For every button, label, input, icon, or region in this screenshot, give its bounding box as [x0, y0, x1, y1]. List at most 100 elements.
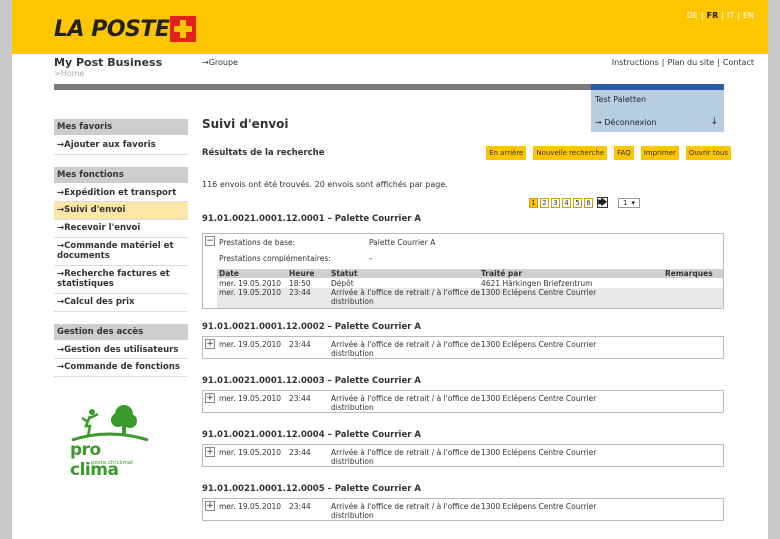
la-poste-logo[interactable]: LA POSTE — [54, 12, 197, 46]
sidebar-item-user-management[interactable]: →Gestion des utilisateurs — [54, 342, 188, 360]
shipment-card: + mer. 19.05.2010 23:44 Arrivée à l'office … — [202, 336, 724, 359]
sidebar-item-function[interactable]: →Calcul des prix — [54, 294, 188, 312]
history-row: mer. 19.05.2010 18:50 Dépôt 4621 Härkingen … — [217, 279, 723, 288]
history-date: mer. 19.05.2010 — [219, 288, 282, 297]
column-header: Remarques — [665, 269, 713, 278]
sidebar-item-function[interactable]: →Recherche factures et statistiques — [54, 266, 188, 294]
language-it[interactable]: IT — [727, 11, 734, 20]
print-button[interactable]: Imprimer — [640, 146, 679, 160]
pro-clima-logo[interactable]: pro clima poste.ch/climat — [64, 400, 154, 480]
history-by: 1300 Eclépens Centre Courrier — [481, 502, 597, 511]
shipment-card: + mer. 19.05.2010 23:44 Arrivée à l'office … — [202, 498, 724, 521]
app-name: My Post Business — [54, 56, 163, 69]
expand-toggle[interactable]: + — [205, 339, 215, 349]
sidebar-item-function[interactable]: →Commande matériel et documents — [54, 238, 188, 266]
sidebar-item-function[interactable]: →Recevoir l'envoi — [54, 220, 188, 238]
page-number[interactable]: 5 — [573, 197, 582, 208]
language-switcher: DE | FR | IT | EN — [687, 11, 754, 20]
pagination: 1 2 3 4 5 6 🡆 1 ▾ — [529, 197, 640, 208]
functions-list: →Expédition et transport →Suivi d'envoi →R… — [54, 185, 188, 312]
arrow-down-icon[interactable]: ↓ — [710, 117, 718, 127]
history-time: 23:44 — [289, 288, 311, 297]
history-date: mer. 19.05.2010 — [219, 448, 282, 457]
sitemap-link[interactable]: Plan du site — [667, 58, 714, 67]
history-date: mer. 19.05.2010 — [219, 502, 282, 511]
link-separator: | — [717, 58, 720, 67]
contact-link[interactable]: Contact — [723, 58, 754, 67]
page-select[interactable]: 1 ▾ — [618, 197, 640, 208]
history-status: Arrivée à l'office de retrait / à l'offi… — [331, 448, 481, 466]
faq-button[interactable]: FAQ — [614, 146, 634, 160]
language-fr[interactable]: FR — [707, 11, 719, 20]
group-link[interactable]: →Groupe — [202, 58, 238, 67]
history-date: mer. 19.05.2010 — [219, 279, 282, 288]
history-time: 18:50 — [289, 279, 311, 288]
history-row: mer. 19.05.2010 23:44 Arrivée à l'office d… — [217, 502, 723, 520]
history-time: 23:44 — [289, 394, 311, 403]
history-date: mer. 19.05.2010 — [219, 394, 282, 403]
history-time: 23:44 — [289, 448, 311, 457]
language-separator: | — [737, 11, 740, 20]
sidebar-item-function[interactable]: →Suivi d'envoi — [54, 202, 188, 220]
breadcrumb[interactable]: >Home — [54, 69, 84, 78]
history-row: mer. 19.05.2010 23:44 Arrivée à l'office d… — [217, 340, 723, 358]
instructions-link[interactable]: Instructions — [612, 58, 659, 67]
history-by: 4621 Härkingen Briefzentrum — [481, 279, 593, 288]
action-buttons: En arrière Nouvelle recherche FAQ Imprim… — [486, 146, 731, 160]
history-status: Arrivée à l'office de retrait / à l'offi… — [331, 340, 481, 358]
page-number[interactable]: 1 — [529, 197, 538, 208]
swiss-cross-icon — [170, 16, 197, 42]
history-status: Arrivée à l'office de retrait / à l'offi… — [331, 394, 481, 412]
functions-heading: Mes fonctions — [54, 166, 188, 183]
history-header: Date Heure Statut Traité par Remarques — [217, 269, 723, 278]
top-links: Instructions | Plan du site | Contact — [612, 58, 754, 67]
logout-link[interactable]: → Déconnexion — [595, 118, 656, 127]
page: LA POSTE DE | FR | IT | EN My Post Business >H… — [12, 0, 768, 539]
history-status: Dépôt — [331, 279, 354, 288]
page-number[interactable]: 3 — [551, 197, 560, 208]
base-service-label: Prestations de base: — [219, 238, 296, 247]
results-summary: 116 envois ont été trouvés. 20 envois so… — [202, 180, 448, 189]
add-favorite-link[interactable]: →Ajouter aux favoris — [54, 137, 188, 155]
access-heading: Gestion des accès — [54, 323, 188, 340]
page-number[interactable]: 6 — [584, 197, 593, 208]
column-header: Traité par — [481, 269, 523, 278]
shipment-card: + mer. 19.05.2010 23:44 Arrivée à l'office … — [202, 444, 724, 467]
history-by: 1300 Eclépens Centre Courrier — [481, 394, 597, 403]
history-time: 23:44 — [289, 502, 311, 511]
history-by: 1300 Eclépens Centre Courrier — [481, 288, 597, 297]
open-all-button[interactable]: Ouvrir tous — [685, 146, 731, 160]
page-number[interactable]: 4 — [562, 197, 571, 208]
shipment-title[interactable]: 91.01.0021.0001.12.0005 – Palette Courri… — [202, 484, 421, 494]
history-time: 23:44 — [289, 340, 311, 349]
chevron-down-icon: ▾ — [631, 198, 635, 207]
expand-toggle[interactable]: + — [205, 393, 215, 403]
expand-toggle[interactable]: + — [205, 501, 215, 511]
sidebar-item-function[interactable]: →Expédition et transport — [54, 185, 188, 203]
collapse-toggle[interactable]: − — [205, 236, 215, 246]
shipment-title[interactable]: 91.01.0021.0001.12.0002 – Palette Courri… — [202, 322, 421, 332]
history-by: 1300 Eclépens Centre Courrier — [481, 448, 597, 457]
shipment-title[interactable]: 91.01.0021.0001.12.0004 – Palette Courri… — [202, 430, 421, 440]
page-title: Suivi d'envoi — [202, 117, 289, 131]
new-search-button[interactable]: Nouvelle recherche — [533, 146, 608, 160]
back-button[interactable]: En arrière — [486, 146, 527, 160]
language-separator: | — [700, 11, 704, 20]
shipment-card: − Prestations de base: Palette Courrier A P… — [202, 233, 724, 309]
shipment-title[interactable]: 91.01.0021.0001.12.0001 – Palette Courri… — [202, 214, 421, 224]
language-de[interactable]: DE — [687, 11, 698, 20]
base-service-value: Palette Courrier A — [369, 238, 436, 247]
history-status: Arrivée à l'office de retrait / à l'offi… — [331, 288, 481, 306]
next-page-icon[interactable]: 🡆 — [597, 197, 608, 208]
expand-toggle[interactable]: + — [205, 447, 215, 457]
history-status: Arrivée à l'office de retrait / à l'offi… — [331, 502, 481, 520]
logo-text: LA POSTE — [54, 16, 170, 42]
sidebar-item-function-order[interactable]: →Commande de fonctions — [54, 359, 188, 377]
shipment-card: + mer. 19.05.2010 23:44 Arrivée à l'office … — [202, 390, 724, 413]
link-separator: | — [661, 58, 665, 67]
extra-service-value: – — [369, 254, 373, 263]
shipment-title[interactable]: 91.01.0021.0001.12.0003 – Palette Courri… — [202, 376, 421, 386]
page-number[interactable]: 2 — [540, 197, 549, 208]
history-date: mer. 19.05.2010 — [219, 340, 282, 349]
language-en[interactable]: EN — [743, 11, 754, 20]
